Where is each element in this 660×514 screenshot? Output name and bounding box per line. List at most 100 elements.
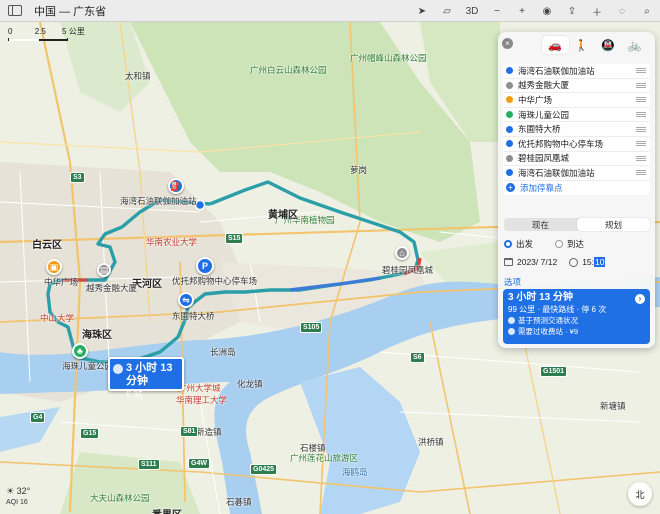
map-label: 海鸥岛 bbox=[342, 467, 368, 477]
toolbar: ➤ ▱ 3D − + ◉ ⇪ ＋ ◌ ⌕ bbox=[415, 0, 654, 22]
route-duration: 3 小时 13 分钟 bbox=[508, 292, 574, 303]
stop-label: 海湾石油联伽加油站 bbox=[518, 65, 595, 76]
stops-list: 海湾石油联伽加油站 越秀金融大厦 中华广场 海珠儿童公园 东圃特大桥 优托邦购物… bbox=[503, 64, 650, 195]
tab-plan[interactable]: 规划 bbox=[577, 218, 650, 231]
bridge-pin[interactable]: ⇋ bbox=[178, 292, 194, 308]
options-link[interactable]: 选项 bbox=[504, 276, 521, 288]
map-label: 华南理工大学 bbox=[176, 395, 228, 405]
parking-pin[interactable]: P bbox=[196, 257, 214, 275]
map-label: 东圃特大桥 bbox=[172, 311, 215, 321]
stop-item[interactable]: 优托邦购物中心停车场 bbox=[503, 137, 650, 152]
route-summary: 99 公里 · 最快路线 · 停 6 次 bbox=[508, 305, 607, 314]
stop-marker-icon bbox=[506, 81, 513, 89]
stop-item[interactable]: 东圃特大桥 bbox=[503, 122, 650, 137]
zoom-in-button[interactable]: + bbox=[515, 6, 529, 17]
mode-cycle-icon[interactable]: 🚲 bbox=[622, 36, 649, 54]
stop-item[interactable]: 海湾石油联伽加油站 bbox=[503, 166, 650, 181]
map-label: 萝岗 bbox=[350, 165, 368, 175]
drag-handle-icon[interactable] bbox=[636, 155, 646, 161]
sidebar-toggle-icon[interactable] bbox=[8, 5, 22, 16]
road-shield: S3 bbox=[70, 172, 85, 183]
building-pin[interactable]: ▤ bbox=[97, 263, 111, 277]
map-label: 化龙镇 bbox=[237, 379, 263, 389]
map-label: 广州莲花山旅游区 bbox=[290, 453, 359, 463]
arrive-radio[interactable] bbox=[555, 240, 564, 248]
map-label: 黄埔区 bbox=[268, 210, 298, 221]
map-label: 海湾石油联伽加油站 bbox=[120, 196, 197, 206]
account-icon[interactable]: ◌ bbox=[615, 6, 629, 17]
add-icon[interactable]: ＋ bbox=[590, 4, 604, 19]
stop-label: 东圃特大桥 bbox=[518, 124, 561, 135]
callout-duration: 3 小时 13 分钟 bbox=[126, 362, 173, 387]
drag-handle-icon[interactable] bbox=[636, 112, 646, 118]
location-arrow-icon[interactable]: ➤ bbox=[415, 6, 429, 17]
stop-marker-icon bbox=[506, 96, 513, 104]
map-mode-icon[interactable]: ▱ bbox=[440, 6, 454, 17]
map-label: 广州白云山森林公园 bbox=[250, 65, 327, 75]
stop-item[interactable]: 中华广场 bbox=[503, 93, 650, 108]
road-shield: G4 bbox=[30, 412, 46, 423]
time-minute[interactable]: 10 bbox=[594, 257, 606, 267]
drag-handle-icon[interactable] bbox=[636, 97, 646, 103]
map-label: 白云区 bbox=[32, 240, 62, 251]
stop-item[interactable]: 海珠儿童公园 bbox=[503, 108, 650, 123]
drag-handle-icon[interactable] bbox=[636, 126, 646, 132]
stop-marker-icon bbox=[506, 111, 513, 119]
weather-widget: ☀ 32° AQI 16 bbox=[6, 486, 30, 508]
scale-left: 0 bbox=[8, 27, 13, 36]
map-label: 番禺区 bbox=[152, 506, 182, 514]
share-icon[interactable]: ⇪ bbox=[565, 6, 579, 17]
route-note-traffic: 基于预测交通状况 bbox=[518, 316, 578, 325]
stop-item[interactable]: 海湾石油联伽加油站 bbox=[503, 64, 650, 79]
sun-icon: ☀ bbox=[6, 486, 15, 496]
compass-button[interactable]: 北 bbox=[628, 482, 652, 506]
add-stop-button[interactable]: + 添加停靠点 bbox=[503, 181, 650, 195]
mode-drive-icon[interactable]: 🚗 bbox=[542, 36, 569, 54]
search-icon[interactable]: ⌕ bbox=[640, 6, 654, 17]
road-shield: G1501 bbox=[540, 366, 568, 377]
window-title: 中国 — 广东省 bbox=[34, 5, 107, 18]
datetime-row: 2023/ 7/12 15:10 bbox=[504, 257, 650, 267]
close-button[interactable]: × bbox=[502, 38, 513, 49]
drag-handle-icon[interactable] bbox=[636, 141, 646, 147]
map-label: 长洲岛 bbox=[210, 347, 236, 357]
stop-item[interactable]: 越秀金融大厦 bbox=[503, 79, 650, 94]
zoom-out-button[interactable]: − bbox=[490, 6, 504, 17]
traffic-icon bbox=[508, 317, 515, 324]
view-3d-button[interactable]: 3D bbox=[465, 6, 479, 17]
plaza-pin[interactable]: ▣ bbox=[46, 259, 62, 275]
gas-station-pin[interactable]: ⛽ bbox=[168, 178, 184, 194]
tab-now[interactable]: 现在 bbox=[504, 218, 577, 231]
park-pin[interactable]: ♣ bbox=[72, 343, 88, 359]
depart-label: 出发 bbox=[516, 239, 534, 249]
clock-icon bbox=[569, 257, 579, 267]
road-shield: S6 bbox=[410, 352, 425, 363]
date-field[interactable]: 2023/ 7/12 bbox=[517, 257, 557, 267]
home-pin[interactable]: ⌂ bbox=[395, 246, 409, 260]
drag-handle-icon[interactable] bbox=[636, 170, 646, 176]
map-label: 海珠儿童公园 bbox=[62, 361, 114, 371]
arrive-label: 到达 bbox=[567, 239, 585, 249]
drag-handle-icon[interactable] bbox=[636, 82, 646, 88]
transport-modes: 🚗 🚶 🚇 🚲 bbox=[542, 36, 648, 54]
route-card[interactable]: 3 小时 13 分钟 99 公里 · 最快路线 · 停 6 次 基于预测交通状况… bbox=[503, 289, 650, 344]
stop-marker-icon bbox=[506, 169, 513, 177]
stop-item[interactable]: 碧桂园凤凰城 bbox=[503, 152, 650, 167]
stop-marker-icon bbox=[506, 67, 513, 75]
look-around-icon[interactable]: ◉ bbox=[540, 6, 554, 17]
route-callout[interactable]: 3 小时 13 分钟 6 站 bbox=[108, 357, 184, 399]
time-segmented-control: 现在 规划 bbox=[504, 218, 650, 231]
route-details-chevron-icon[interactable]: › bbox=[635, 294, 645, 304]
map-label: 优托邦购物中心停车场 bbox=[172, 276, 258, 286]
mode-walk-icon[interactable]: 🚶 bbox=[569, 36, 596, 54]
depart-arrive-options: 出发 到达 bbox=[504, 238, 650, 250]
titlebar: 中国 — 广东省 ➤ ▱ 3D − + ◉ ⇪ ＋ ◌ ⌕ bbox=[0, 0, 660, 22]
calendar-icon bbox=[504, 258, 513, 266]
map-label: 越秀金融大厦 bbox=[86, 283, 138, 293]
plus-icon: + bbox=[506, 183, 515, 193]
drag-handle-icon[interactable] bbox=[636, 68, 646, 74]
mode-transit-icon[interactable]: 🚇 bbox=[595, 36, 622, 54]
map-label: 海珠区 bbox=[82, 330, 112, 341]
depart-radio[interactable] bbox=[504, 240, 512, 248]
time-field[interactable]: 15:10 bbox=[582, 257, 606, 267]
